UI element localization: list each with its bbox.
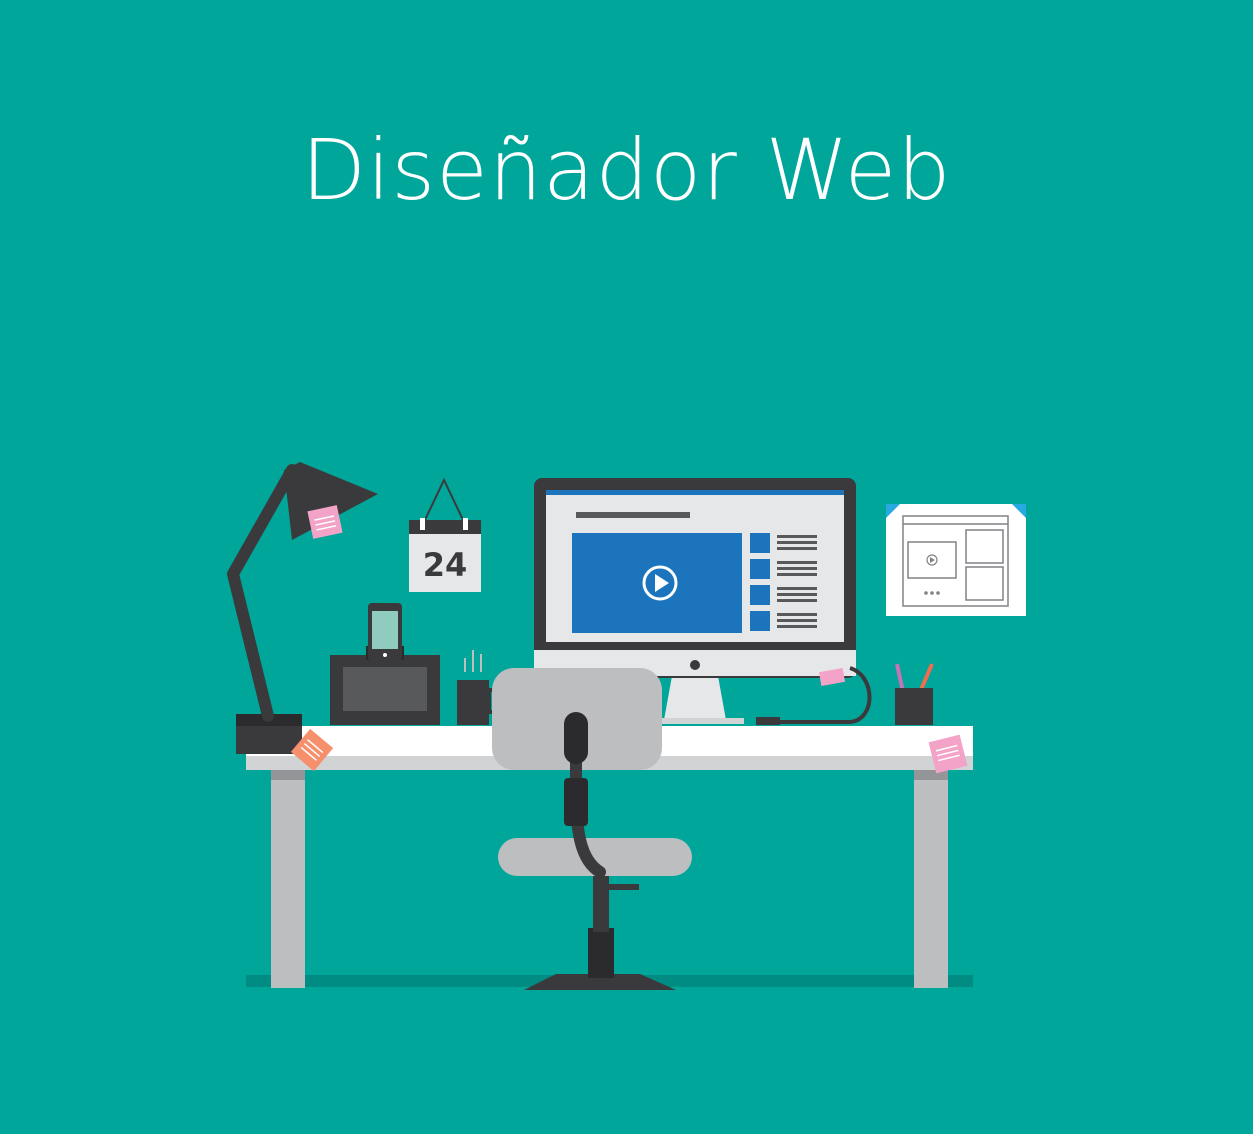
calendar-day: 24 xyxy=(423,546,468,584)
workspace-illustration: 24 xyxy=(227,462,1026,990)
pencil-cup-icon xyxy=(895,663,934,725)
phone-dock-icon xyxy=(330,603,440,725)
calendar-icon: 24 xyxy=(409,477,481,592)
wireframe-poster-icon xyxy=(886,504,1026,616)
mug-icon xyxy=(457,650,499,725)
office-chair-icon xyxy=(492,668,692,990)
